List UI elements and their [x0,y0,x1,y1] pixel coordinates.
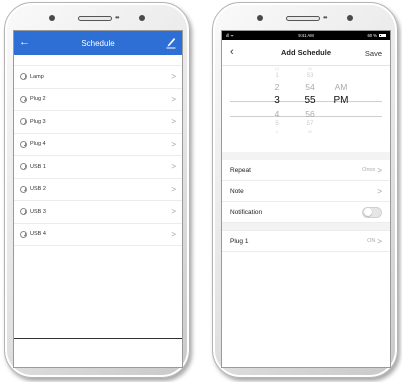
list-item[interactable]: Plug 4 > [14,134,182,156]
battery-icon [379,33,386,38]
app-bar: ← Schedule [14,31,182,55]
selected-minute: 55 [304,95,316,106]
clock-icon [20,118,27,126]
list-item[interactable]: USB 3 > [14,201,182,224]
pencil-icon[interactable] [166,35,176,49]
schedule-screen: ← Schedule Lamp > Plug 2 > Plug 3 > Plug… [13,30,183,368]
status-bar: ıll ᯤ 9:41 AM 60 % [222,31,390,40]
clock-icon [20,185,27,193]
add-schedule-screen: ıll ᯤ 9:41 AM 60 % ‹ Add Schedule Save 1… [221,30,391,368]
nav-bar: ‹ Add Schedule Save [222,40,390,66]
save-button[interactable]: Save [365,49,382,58]
notification-toggle[interactable] [362,206,382,218]
chevron-right-icon: > [171,72,176,82]
battery-percent: 60 % [367,33,377,38]
sensor-dots-icon: •• [115,13,120,22]
chevron-right-icon: > [171,207,176,217]
clock-icon [20,95,27,103]
list-item[interactable]: USB 1 > [14,156,182,179]
chevron-right-icon: > [171,139,176,149]
time-picker[interactable]: 12 1 2 3 4 5 6 52 53 54 55 56 57 58 AM P… [222,66,390,152]
hour-wheel[interactable]: 12 1 2 3 4 5 6 [270,66,284,135]
selected-hour: 3 [274,95,280,106]
chevron-right-icon: > [171,184,176,194]
camera-icon [49,15,55,21]
list-item[interactable]: USB 2 > [14,179,182,201]
notification-row: Notification [222,202,390,223]
chevron-left-icon[interactable]: ‹ [230,46,234,58]
list-item[interactable]: USB 4 > [14,224,182,246]
chevron-right-icon: > [171,94,176,104]
repeat-row[interactable]: Repeat Once > [222,160,390,181]
clock-icon [20,230,27,238]
ampm-wheel[interactable]: AM PM [332,66,350,108]
arrow-left-icon[interactable]: ← [19,36,30,48]
selected-period: PM [333,95,349,106]
repeat-value: Once [362,167,376,173]
chevron-right-icon: > [377,236,382,246]
sensor-dots-icon: •• [323,13,328,22]
list-item[interactable]: Plug 3 > [14,111,182,134]
phone-frame-left: •• ← Schedule Lamp > Plug 2 > Plug 3 > P… [4,2,190,378]
page-title: Schedule [81,38,115,48]
divider [14,338,182,339]
clock-icon [20,163,27,171]
device-row[interactable]: Plug 1 ON > [222,231,390,252]
speaker-grille [286,16,320,21]
clock-icon [20,73,27,81]
list-item[interactable]: Lamp > [14,66,182,89]
camera-icon [139,15,145,21]
schedule-list: Lamp > Plug 2 > Plug 3 > Plug 4 > USB 1 [14,65,182,246]
chevron-right-icon: > [171,229,176,239]
note-row[interactable]: Note > [222,181,390,202]
minute-wheel[interactable]: 52 53 54 55 56 57 58 [302,66,318,135]
phone-frame-right: •• ıll ᯤ 9:41 AM 60 % ‹ Add Schedule Sav… [212,2,398,378]
status-time: 9:41 AM [298,33,314,38]
chevron-right-icon: > [377,165,382,175]
device-state: ON [367,238,376,244]
chevron-right-icon: > [171,162,176,172]
chevron-right-icon: > [171,117,176,127]
camera-icon [347,15,353,21]
chevron-right-icon: > [377,186,382,196]
speaker-grille [78,16,112,21]
camera-icon [257,15,263,21]
page-title: Add Schedule [280,48,331,57]
list-item[interactable]: Plug 2 > [14,89,182,111]
clock-icon [20,140,27,148]
clock-icon [20,208,27,216]
